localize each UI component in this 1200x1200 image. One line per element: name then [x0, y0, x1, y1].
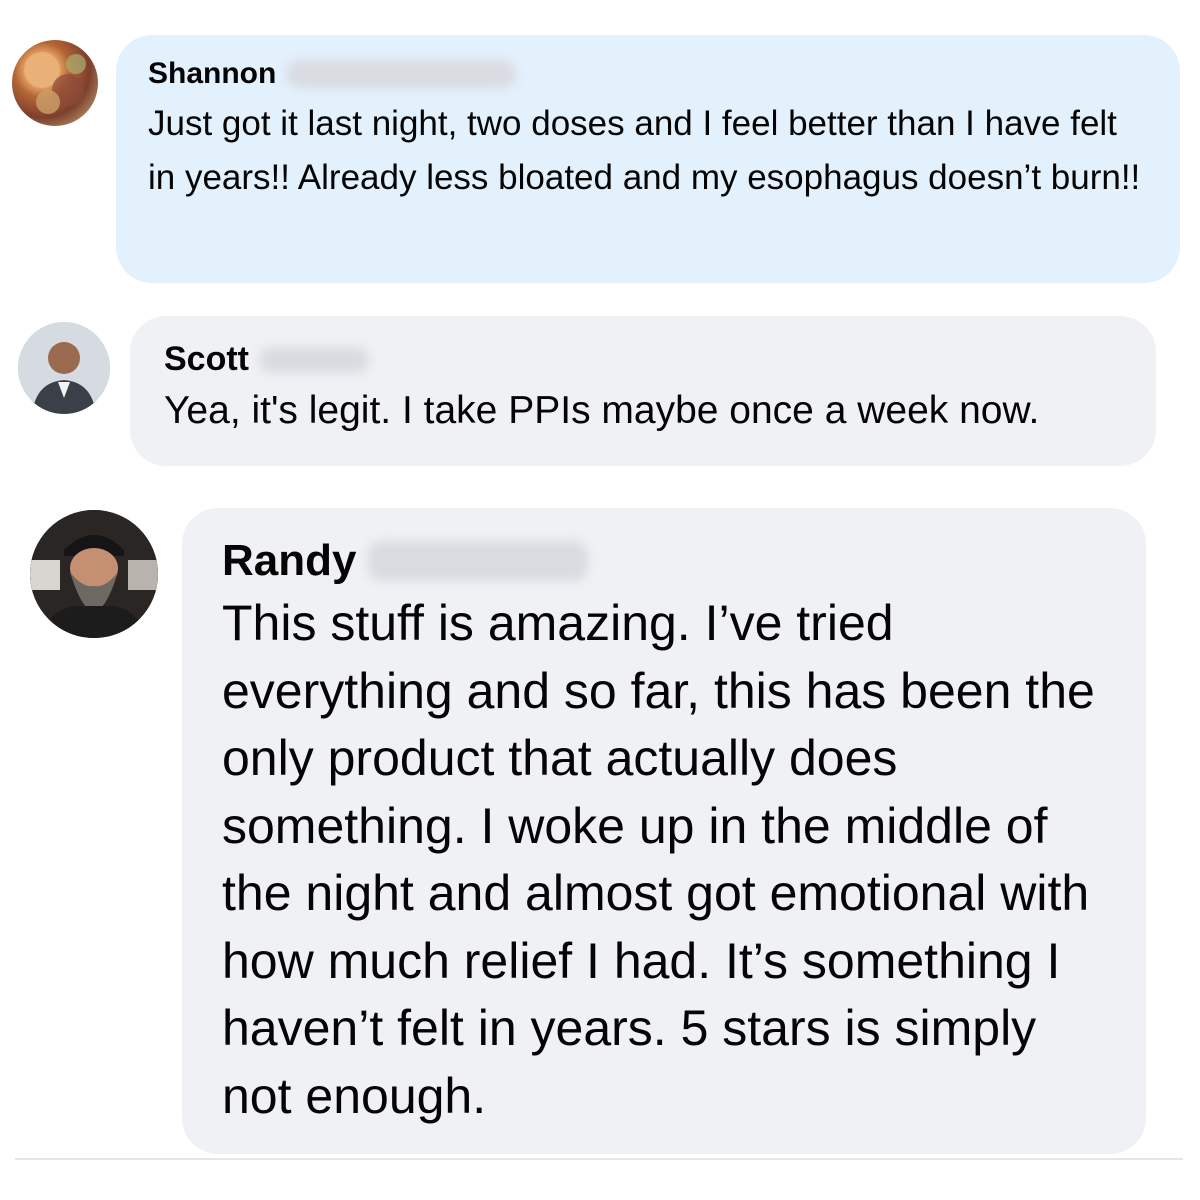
avatar-photo-icon	[18, 322, 110, 414]
avatar-photo-icon	[24, 52, 86, 114]
redacted-surname	[286, 60, 517, 88]
author-name[interactable]: Scott	[164, 340, 249, 379]
author-name[interactable]: Randy	[222, 536, 356, 586]
redacted-surname	[368, 541, 589, 581]
avatar[interactable]	[30, 510, 158, 638]
comment-bubble: Scott Yea, it's legit. I take PPIs maybe…	[130, 316, 1156, 466]
comment-bubble: Shannon Just got it last night, two dose…	[116, 35, 1180, 283]
comment-text: Just got it last night, two doses and I …	[148, 104, 1141, 197]
avatar[interactable]	[18, 322, 110, 414]
comment-text: Yea, it's legit. I take PPIs maybe once …	[164, 389, 1040, 432]
divider	[15, 1158, 1183, 1160]
comment-text: This stuff is amazing. I’ve tried everyt…	[222, 595, 1095, 1124]
avatar[interactable]	[12, 40, 98, 126]
comment-bubble: Randy This stuff is amazing. I’ve tried …	[182, 508, 1146, 1154]
avatar-photo-icon	[30, 510, 158, 638]
redacted-surname	[259, 346, 369, 373]
author-name[interactable]: Shannon	[148, 57, 276, 91]
